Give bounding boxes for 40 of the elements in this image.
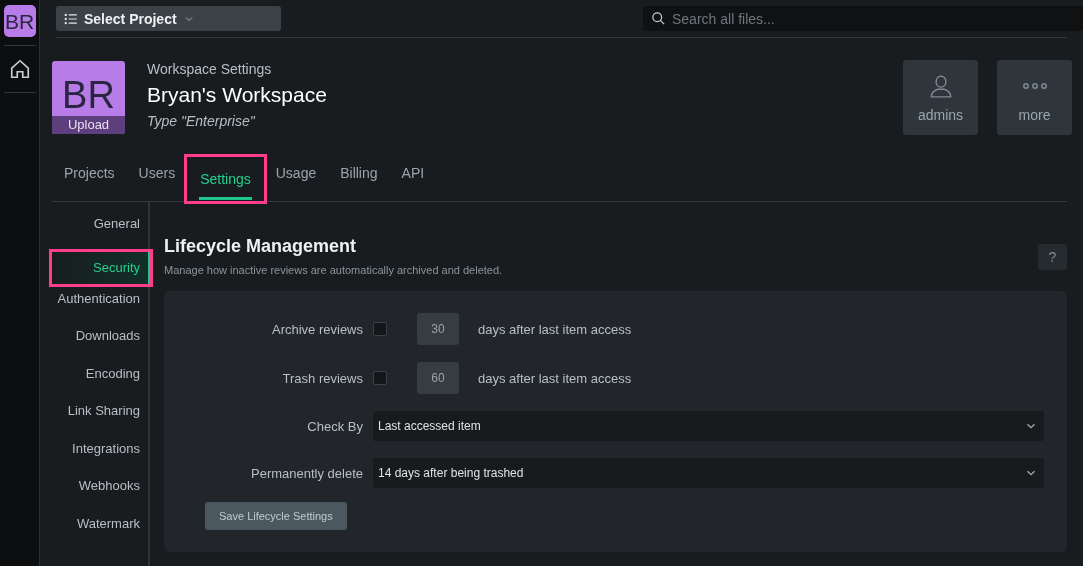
sidebar-item[interactable]: Watermark [44, 513, 148, 551]
project-dropdown[interactable]: Select Project [56, 6, 281, 31]
user-avatar[interactable]: BR [3, 5, 36, 37]
tab[interactable]: Billing [328, 157, 390, 201]
tab[interactable]: Users [126, 157, 188, 201]
sidebar-item[interactable]: Downloads [44, 326, 148, 364]
sidebar-item[interactable]: Authentication [44, 288, 148, 326]
sidebar-item[interactable]: Link Sharing [44, 401, 148, 439]
field-suffix: days after last item access [478, 321, 632, 337]
select-dropdown[interactable]: 14 days after being trashed [373, 458, 1044, 488]
page-subtitle: Workspace Settings [147, 61, 273, 77]
search-icon [651, 11, 666, 26]
home-icon [8, 58, 31, 80]
admins-button[interactable]: admins [903, 60, 978, 135]
sidebar-item[interactable]: Encoding [44, 363, 148, 401]
more-icon [1022, 81, 1047, 90]
workspace-title: Bryan's Workspace [147, 83, 328, 107]
sidebar-item[interactable]: Webhooks [44, 476, 148, 514]
sidebar-item[interactable]: General [44, 214, 148, 252]
more-button[interactable]: more [997, 60, 1072, 135]
field-label: Trash reviews [281, 370, 363, 386]
field-label: Permanently delete [250, 465, 363, 481]
tab[interactable]: API [389, 157, 437, 201]
workspace-type: Type "Enterprise" [147, 113, 256, 129]
tab[interactable]: Settings [187, 157, 264, 201]
list-icon [64, 11, 78, 26]
tab[interactable]: Usage [263, 157, 329, 201]
tab[interactable]: Projects [52, 157, 127, 201]
field-label: Archive reviews [270, 321, 363, 337]
save-button[interactable]: Save Lifecycle Settings [205, 502, 347, 530]
select-dropdown[interactable]: Last accessed item [373, 411, 1044, 441]
help-button[interactable]: ? [1038, 244, 1067, 270]
field-suffix: days after last item access [478, 370, 632, 386]
search-field[interactable]: Search all files... [643, 6, 1083, 31]
sidebar-item[interactable]: Integrations [44, 438, 148, 476]
upload-button[interactable]: Upload [52, 116, 125, 134]
section-title: Lifecycle Management [164, 236, 358, 257]
workspace-avatar: BR Upload [52, 61, 125, 134]
section-description: Manage how inactive reviews are automatically archived and deleted. [164, 264, 503, 276]
field-label: Check By [306, 418, 363, 434]
